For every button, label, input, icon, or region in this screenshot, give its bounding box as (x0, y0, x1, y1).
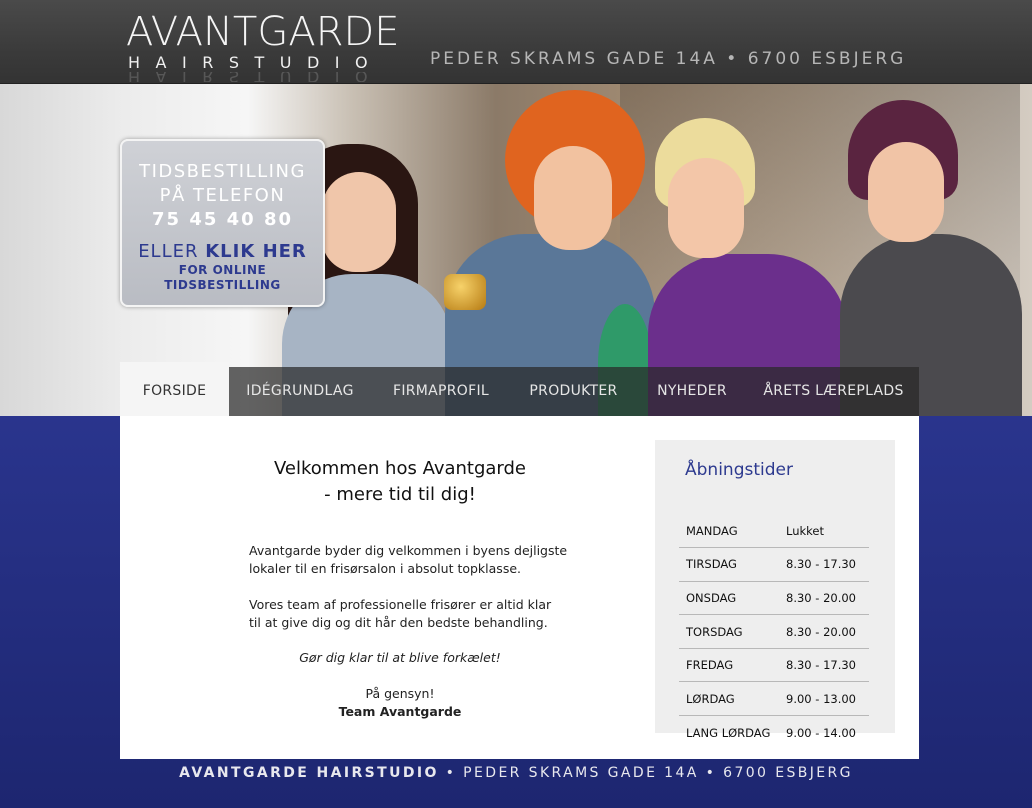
nav-aarets-laereplads[interactable]: ÅRETS LÆREPLADS (748, 367, 919, 416)
signature: Team Avantgarde (338, 704, 462, 719)
hours-day: ONSDAG (679, 581, 779, 616)
logo[interactable]: AVANTGARDE HAIRSTUDIO HAIRSTUDIO (126, 9, 400, 82)
logo-sub-text: HAIRSTUDIO (128, 53, 384, 72)
logo-reflection: HAIRSTUDIO (128, 72, 384, 82)
booking-line2: PÅ TELEFON (159, 185, 286, 206)
hours-time: 8.30 - 20.00 (779, 581, 869, 616)
nav-produkter[interactable]: PRODUKTER (511, 367, 636, 416)
table-row: TIRSDAG 8.30 - 17.30 (679, 547, 869, 582)
nav-forside[interactable]: FORSIDE (120, 362, 229, 416)
booking-online2: TIDSBESTILLING (164, 278, 281, 292)
welcome-paragraph-1: Avantgarde byder dig velkommen i byens d… (249, 542, 589, 578)
para1-line-a: Avantgarde byder dig velkommen i byens d… (249, 543, 568, 558)
welcome-text: Avantgarde byder dig velkommen i byens d… (249, 542, 589, 650)
hours-time: 8.30 - 17.30 (779, 648, 869, 683)
table-row: FREDAG 8.30 - 17.30 (679, 648, 869, 683)
stylist-4-face (868, 142, 944, 242)
stylist-1-face (322, 172, 396, 272)
footer: AVANTGARDE HAIRSTUDIO • PEDER SKRAMS GAD… (0, 763, 1032, 783)
stylist-2-face (534, 146, 612, 250)
para1-line-b: lokaler til en frisørsalon i absolut top… (249, 561, 521, 576)
footer-brand: AVANTGARDE HAIRSTUDIO (179, 765, 439, 781)
nav-nyheder[interactable]: NYHEDER (636, 367, 748, 416)
tagline: Gør dig klar til at blive forkælet! (299, 650, 501, 665)
main-nav: FORSIDE IDÉGRUNDLAG FIRMAPROFIL PRODUKTE… (120, 362, 919, 416)
booking-klik: KLIK HER (205, 241, 307, 262)
booking-eller: ELLER (138, 241, 199, 262)
hours-day: MANDAG (679, 514, 779, 549)
para2-line-b: til at give dig og dit hår den bedste be… (249, 615, 548, 630)
logo-main-text: AVANTGARDE (126, 9, 400, 55)
table-row: MANDAG Lukket (679, 514, 869, 549)
opening-hours-box: Åbningstider MANDAG Lukket TIRSDAG 8.30 - … (655, 440, 895, 740)
header-address: PEDER SKRAMS GADE 14A • 6700 ESBJERG (430, 49, 907, 69)
nav-firmaprofil[interactable]: FIRMAPROFIL (371, 367, 511, 416)
footer-address: • PEDER SKRAMS GADE 14A • 6700 ESBJERG (438, 765, 853, 781)
stylist-3-face (668, 158, 744, 258)
hours-time: 9.00 - 14.00 (786, 725, 856, 740)
booking-phone: 75 45 40 80 (152, 209, 293, 230)
hours-day: LØRDAG (679, 681, 779, 717)
opening-hours-table: MANDAG Lukket TIRSDAG 8.30 - 17.30 ONSDAG 8… (679, 514, 869, 749)
hours-day: LANG LØRDAG (686, 725, 771, 740)
booking-click-here-link[interactable]: ELLER KLIK HER (122, 241, 323, 263)
hours-time: 9.00 - 13.00 (779, 681, 869, 717)
hours-day: TORSDAG (679, 614, 779, 649)
para2-line-a: Vores team af professionelle frisører er… (249, 597, 552, 612)
hours-day: FREDAG (679, 648, 779, 683)
table-row: ONSDAG 8.30 - 20.00 (679, 581, 869, 616)
hours-time: 8.30 - 20.00 (779, 614, 869, 649)
booking-box[interactable]: TIDSBESTILLING PÅ TELEFON 75 45 40 80 EL… (120, 139, 325, 307)
nav-idegrundlag[interactable]: IDÉGRUNDLAG (229, 367, 371, 416)
booking-online1: FOR ONLINE (178, 263, 267, 277)
header-bar: AVANTGARDE HAIRSTUDIO HAIRSTUDIO PEDER S… (0, 0, 1032, 84)
booking-line1: TIDSBESTILLING (139, 161, 306, 182)
welcome-title-1: Velkommen hos Avantgarde (273, 458, 527, 479)
welcome-title-2: - mere tid til dig! (324, 484, 476, 505)
hours-time: 8.30 - 17.30 (779, 547, 869, 582)
hours-time: Lukket (779, 514, 869, 549)
table-row: LØRDAG 9.00 - 13.00 (679, 681, 869, 717)
table-row: TORSDAG 8.30 - 20.00 (679, 614, 869, 649)
welcome-heading: Velkommen hos Avantgarde - mere tid til … (250, 456, 550, 508)
opening-hours-title: Åbningstider (685, 460, 793, 480)
table-row: LANG LØRDAG 9.00 - 14.00 (679, 716, 869, 750)
signoff: På gensyn! Team Avantgarde (250, 685, 550, 721)
content-panel: Velkommen hos Avantgarde - mere tid til … (120, 416, 919, 759)
product-jar (444, 274, 486, 310)
greeting: På gensyn! (365, 686, 435, 701)
welcome-paragraph-2: Vores team af professionelle frisører er… (249, 596, 589, 632)
hours-day: TIRSDAG (679, 547, 779, 582)
